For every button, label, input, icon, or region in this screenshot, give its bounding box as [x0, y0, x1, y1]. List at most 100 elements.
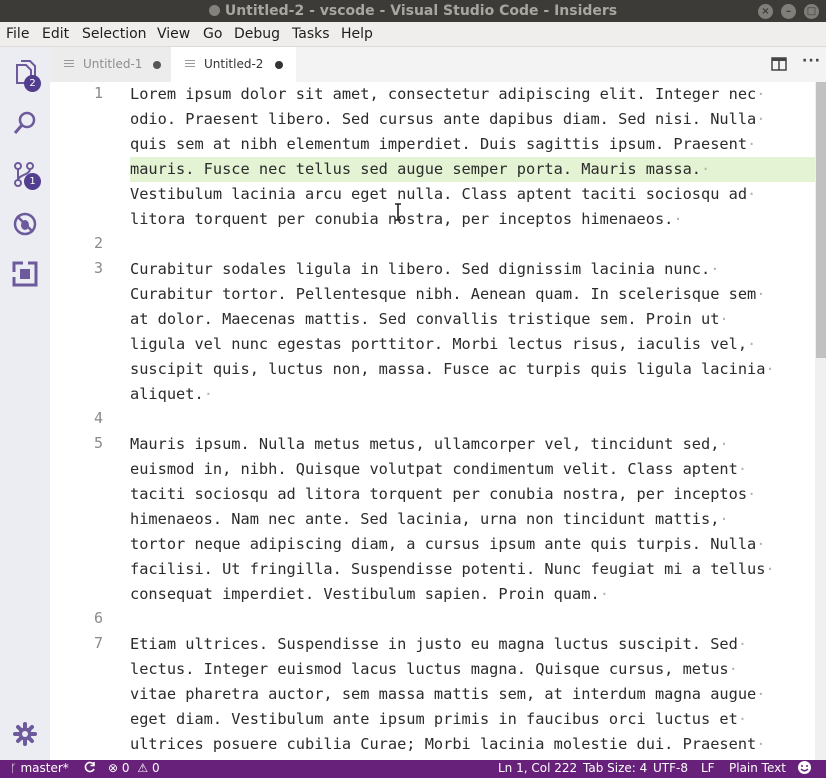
code-line[interactable]: odio. Praesent libero. Sed cursus ante d… — [130, 107, 810, 132]
eol-indicator[interactable]: LF — [701, 761, 715, 775]
code-line[interactable]: Vestibulum lacinia arcu eget nulla. Clas… — [130, 182, 810, 207]
menu-view[interactable]: View — [157, 26, 190, 42]
feedback-smiley-icon[interactable] — [797, 760, 812, 778]
debug-view-button[interactable] — [0, 200, 50, 246]
branch-indicator[interactable]: ᚴ master* — [10, 761, 69, 775]
code-line[interactable]: Curabitur tortor. Pellentesque nibh. Aen… — [130, 282, 810, 307]
more-actions-icon[interactable]: ··· — [802, 53, 821, 69]
code-line[interactable] — [130, 232, 810, 257]
dirty-dot-icon[interactable] — [275, 61, 283, 69]
whitespace-marker-icon: · — [756, 110, 766, 128]
code-line[interactable]: lectus. Integer euismod lacus luctus mag… — [130, 657, 810, 682]
code-line[interactable]: euismod in, nibh. Quisque volutpat condi… — [130, 457, 810, 482]
code-line[interactable]: Mauris ipsum. Nulla metus metus, ullamco… — [130, 432, 810, 457]
code-line[interactable]: ultrices posuere cubilia Curae; Morbi la… — [130, 732, 810, 757]
source-control-button[interactable]: 1 — [0, 150, 50, 196]
code-line[interactable]: Curabitur sodales ligula in libero. Sed … — [130, 257, 810, 282]
menu-bar: File Edit Selection View Go Debug Tasks … — [0, 22, 826, 47]
editor[interactable]: 1 2 3 4 5 6 7 Lorem ipsum dolor sit amet, cons… — [50, 82, 826, 760]
file-icon — [64, 60, 74, 68]
menu-edit[interactable]: Edit — [42, 26, 69, 42]
code-line[interactable]: vitae pharetra auctor, sem massa mattis … — [130, 682, 810, 707]
text-cursor-icon — [395, 203, 401, 221]
status-bar: ᚴ master* ⊗ 0 ⚠ 0 Ln 1, Col 222 Tab Size… — [0, 760, 826, 778]
code-line[interactable]: at dolor. Maecenas mattis. Sed convallis… — [130, 307, 810, 332]
code-line[interactable]: quis sem at nibh elementum imperdiet. Du… — [130, 132, 810, 157]
code-text: ultrices posuere cubilia Curae; Morbi la… — [130, 735, 757, 753]
tab-size-indicator[interactable]: Tab Size: 4 — [583, 761, 647, 775]
code-text: Lorem ipsum dolor sit amet, consectetur … — [130, 85, 757, 103]
code-text: euismod in, nibh. Quisque volutpat condi… — [130, 460, 738, 478]
menu-debug[interactable]: Debug — [234, 26, 280, 42]
dirty-dot-icon[interactable] — [153, 61, 161, 69]
code-line[interactable]: eget diam. Vestibulum ante ipsum primis … — [130, 707, 810, 732]
code-line[interactable]: himenaeos. Nam nec ante. Sed lacinia, ur… — [130, 507, 810, 532]
code-text: lectus. Integer euismod lacus luctus mag… — [130, 660, 729, 678]
gear-icon — [13, 722, 37, 746]
menu-selection[interactable]: Selection — [82, 26, 147, 42]
code-text: Vestibulum lacinia arcu eget nulla. Clas… — [130, 185, 748, 203]
whitespace-marker-icon: · — [701, 160, 711, 178]
code-text: suscipit quis, luctus non, massa. Fusce … — [130, 360, 766, 378]
code-line[interactable]: taciti sociosqu ad litora torquent per c… — [130, 482, 810, 507]
explorer-button[interactable]: 2 — [0, 49, 50, 95]
code-text: at dolor. Maecenas mattis. Sed convallis… — [130, 310, 720, 328]
warning-count: 0 — [151, 761, 160, 775]
vertical-scrollbar[interactable] — [815, 82, 826, 760]
whitespace-marker-icon: · — [765, 360, 775, 378]
encoding-indicator[interactable]: UTF-8 — [653, 761, 688, 775]
warning-icon: ⚠ — [137, 761, 149, 775]
title-bar: × – □ Untitled-2 - vscode - Visual Studi… — [0, 0, 826, 22]
code-text: vitae pharetra auctor, sem massa mattis … — [130, 685, 757, 703]
menu-file[interactable]: File — [6, 26, 29, 42]
error-icon: ⊗ — [108, 761, 119, 775]
code-text: quis sem at nibh elementum imperdiet. Du… — [130, 135, 748, 153]
code-text: mauris. Fusce nec tellus sed augue sempe… — [130, 160, 701, 178]
code-text: odio. Praesent libero. Sed cursus ante d… — [130, 110, 757, 128]
branch-name: master* — [20, 761, 69, 775]
code-line[interactable] — [130, 407, 810, 432]
whitespace-marker-icon: · — [203, 385, 213, 403]
explorer-badge: 2 — [24, 75, 41, 92]
tab-label: Untitled-1 — [83, 57, 143, 71]
code-line[interactable]: aliquet.· — [130, 382, 810, 407]
tab-untitled-2[interactable]: Untitled-2 — [171, 47, 296, 82]
whitespace-marker-icon: · — [756, 85, 766, 103]
code-line[interactable] — [130, 607, 810, 632]
code-line[interactable]: ligula vel nunc egestas porttitor. Morbi… — [130, 332, 810, 357]
whitespace-marker-icon: · — [737, 460, 748, 478]
cursor-position[interactable]: Ln 1, Col 222 — [498, 761, 577, 775]
code-line[interactable]: suscipit quis, luctus non, massa. Fusce … — [130, 357, 810, 382]
extensions-icon — [12, 261, 38, 287]
code-line[interactable]: Lorem ipsum dolor sit amet, consectetur … — [130, 82, 810, 107]
file-icon — [185, 60, 195, 68]
sync-icon[interactable] — [84, 761, 96, 775]
code-text: tortor neque adipiscing diam, a cursus i… — [130, 535, 757, 553]
line-number: 7 — [93, 634, 103, 652]
whitespace-marker-icon: · — [719, 510, 729, 528]
split-editor-button[interactable] — [771, 57, 787, 75]
scrollbar-thumb[interactable] — [816, 82, 826, 358]
code-line[interactable]: mauris. Fusce nec tellus sed augue sempe… — [130, 157, 810, 182]
menu-tasks[interactable]: Tasks — [292, 26, 330, 42]
menu-help[interactable]: Help — [341, 26, 373, 42]
language-mode[interactable]: Plain Text — [729, 761, 786, 775]
code-line[interactable]: tortor neque adipiscing diam, a cursus i… — [130, 532, 810, 557]
whitespace-marker-icon: · — [673, 210, 683, 228]
window-title-container: Untitled-2 - vscode - Visual Studio Code… — [0, 3, 826, 19]
search-view-button[interactable] — [0, 99, 50, 145]
tab-untitled-1[interactable]: Untitled-1 — [50, 47, 171, 82]
code-line[interactable]: consequat imperdiet. Vestibulum sapien. … — [130, 582, 810, 607]
code-line[interactable]: litora torquent per conubia nostra, per … — [130, 207, 810, 232]
search-icon — [13, 111, 36, 134]
line-number: 1 — [93, 84, 103, 102]
problems-indicator[interactable]: ⊗ 0 ⚠ 0 — [108, 761, 160, 775]
menu-go[interactable]: Go — [203, 26, 222, 42]
code-text: aliquet. — [130, 385, 204, 403]
manage-button[interactable] — [0, 710, 50, 756]
whitespace-marker-icon: · — [756, 285, 766, 303]
code-line[interactable]: Etiam ultrices. Suspendisse in justo eu … — [130, 632, 810, 657]
activity-bar: 2 1 — [0, 47, 50, 760]
extensions-view-button[interactable] — [0, 250, 50, 296]
code-line[interactable]: facilisi. Ut fringilla. Suspendisse pote… — [130, 557, 810, 582]
